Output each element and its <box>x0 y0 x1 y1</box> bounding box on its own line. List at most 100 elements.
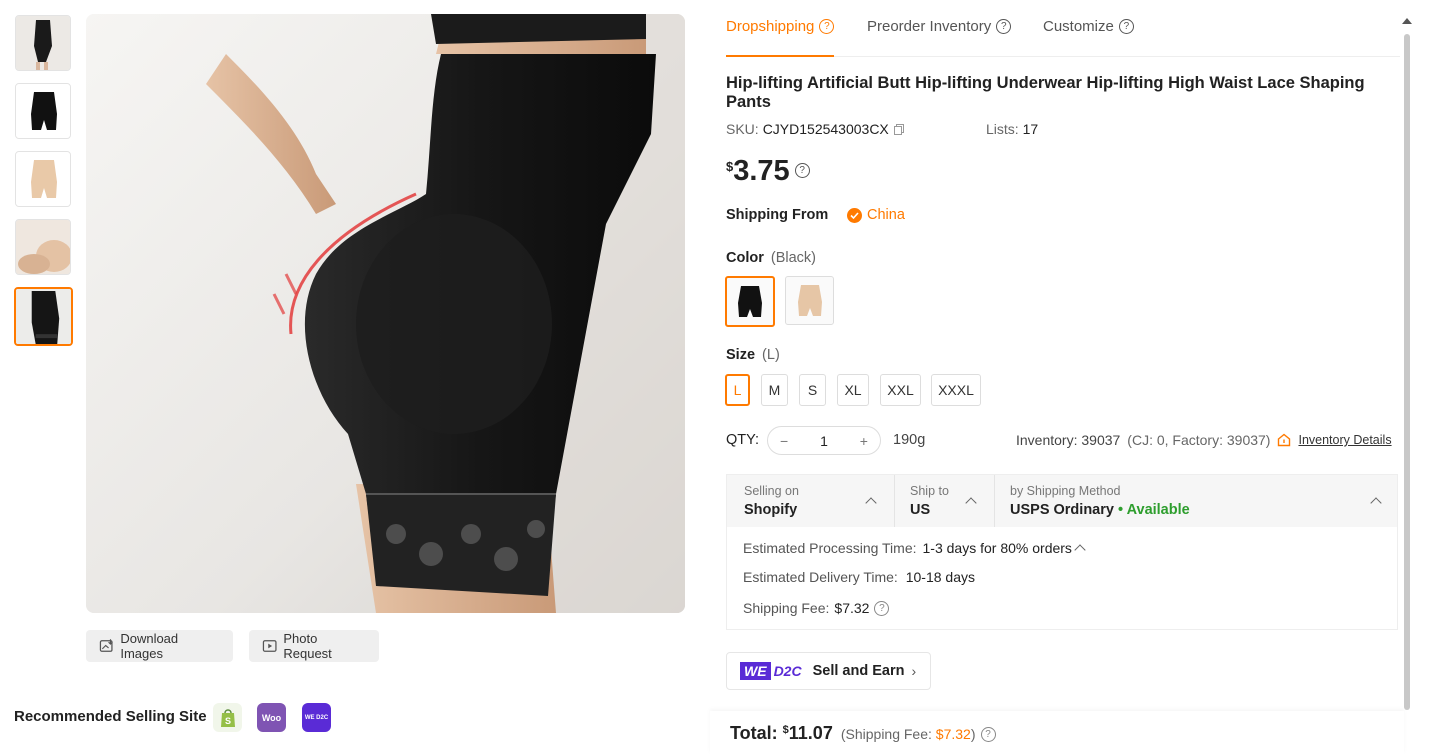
download-images-label: Download Images <box>120 631 179 661</box>
scroll-up-arrow[interactable] <box>1402 18 1412 24</box>
delivery-time-value: 10-18 days <box>905 569 975 585</box>
woocommerce-icon[interactable]: Woo <box>257 703 286 732</box>
shipping-from-option[interactable]: China <box>847 207 905 223</box>
svg-text:S: S <box>224 716 230 726</box>
photo-request-button[interactable]: Photo Request <box>249 630 379 662</box>
chevron-right-icon: › <box>911 663 917 679</box>
wed2c-icon[interactable]: WE D2C <box>302 703 331 732</box>
delivery-time-row: Estimated Delivery Time: 10-18 days <box>743 569 975 585</box>
help-icon[interactable]: ? <box>996 19 1012 34</box>
black-shapewear-thumb <box>738 285 762 317</box>
inventory-details-link[interactable]: Inventory Details <box>1298 433 1391 447</box>
size-option-m[interactable]: M <box>761 374 788 406</box>
thumbnail-4[interactable] <box>15 219 71 275</box>
product-thumb-image <box>16 16 70 70</box>
price: $ 3.75 ? <box>726 155 810 187</box>
tab-dropshipping-label: Dropshipping <box>726 18 815 35</box>
quantity-stepper[interactable]: − 1 + <box>767 426 881 455</box>
thumbnail-3[interactable] <box>15 151 71 207</box>
sku-label: SKU: <box>726 121 759 137</box>
color-selected: (Black) <box>770 250 817 266</box>
photo-request-icon <box>262 640 277 652</box>
thumbnail-2[interactable] <box>15 83 71 139</box>
availability-status: • Available <box>1118 502 1190 518</box>
checked-circle-icon <box>847 207 862 223</box>
size-label: Size <box>726 347 756 363</box>
main-product-image <box>86 14 685 613</box>
recommended-selling-site-title: Recommended Selling Site <box>14 708 207 725</box>
tab-preorder-inventory[interactable]: Preorder Inventory ? <box>867 18 1012 35</box>
shopify-icon[interactable]: S <box>213 703 242 732</box>
lists-label: Lists: <box>986 121 1019 137</box>
thumbnail-1[interactable] <box>15 15 71 71</box>
scrollbar-thumb[interactable] <box>1404 34 1410 710</box>
tab-dropshipping[interactable]: Dropshipping ? <box>726 18 835 35</box>
total-amount: 11.07 <box>788 723 833 743</box>
qty-label: QTY: <box>726 432 760 448</box>
warehouse-icon <box>1278 433 1291 447</box>
size-option-xl[interactable]: XL <box>837 374 869 406</box>
nude-shapewear-thumb <box>797 284 822 316</box>
photo-request-label: Photo Request <box>283 631 332 661</box>
qty-decrease-button[interactable]: − <box>780 433 788 449</box>
ship-to-value: US <box>910 502 931 518</box>
help-icon[interactable]: ? <box>874 600 890 616</box>
help-icon[interactable]: ? <box>1118 19 1134 34</box>
tab-preorder-label: Preorder Inventory <box>867 18 992 35</box>
shipping-fee-label: Shipping Fee: <box>743 600 830 616</box>
chevron-up-icon[interactable] <box>1074 544 1086 556</box>
total-fee-value: $7.32 <box>935 726 971 742</box>
selling-on-label: Selling on <box>744 484 799 498</box>
inventory-breakdown: (CJ: 0, Factory: 39037) <box>1127 432 1271 448</box>
product-thumb-image <box>16 152 70 206</box>
wed2c-logo: WE D2C <box>740 662 802 680</box>
size-selected: (L) <box>762 347 780 363</box>
price-help-icon[interactable]: ? <box>794 163 810 178</box>
inventory-info: Inventory: 39037 (CJ: 0, Factory: 39037)… <box>1016 432 1392 448</box>
shipping-fee-value: $7.32 <box>834 600 870 616</box>
thumbnail-5[interactable] <box>14 287 73 346</box>
download-images-button[interactable]: Download Images <box>86 630 233 662</box>
shipping-from-value: China <box>867 207 905 223</box>
size-option-s[interactable]: S <box>799 374 826 406</box>
qty-increase-button[interactable]: + <box>860 433 868 449</box>
total-fee-prefix: (Shipping Fee: <box>840 726 936 742</box>
processing-time-label: Estimated Processing Time: <box>743 540 917 556</box>
size-option-xxxl[interactable]: XXXL <box>931 374 981 406</box>
copy-icon[interactable] <box>893 123 905 135</box>
shipping-divider-2 <box>994 475 995 527</box>
price-value: 3.75 <box>733 155 790 187</box>
product-thumb-image <box>16 84 70 138</box>
shipping-divider-1 <box>894 475 895 527</box>
tab-customize[interactable]: Customize ? <box>1043 18 1134 35</box>
total-row: Total: $ 11.07 (Shipping Fee: $7.32 ) ? <box>730 723 996 744</box>
sell-and-earn-label: Sell and Earn <box>812 663 905 679</box>
product-weight: 190g <box>893 432 926 448</box>
shipping-method-value: USPS Ordinary <box>1010 502 1114 518</box>
qty-value[interactable]: 1 <box>820 433 828 449</box>
sell-and-earn-button[interactable]: WE D2C Sell and Earn › <box>726 652 931 690</box>
sku-row: SKU: CJYD152543003CX <box>726 121 905 137</box>
help-icon[interactable]: ? <box>980 727 996 742</box>
tab-customize-label: Customize <box>1043 18 1114 35</box>
woocommerce-logo-text: Woo <box>261 712 282 723</box>
price-currency: $ <box>726 159 734 174</box>
size-option-xxl[interactable]: XXL <box>880 374 921 406</box>
total-label: Total: <box>730 723 778 743</box>
shipping-from-label: Shipping From <box>726 207 829 223</box>
ship-to-label: Ship to <box>910 484 949 498</box>
lists-row: Lists: 17 <box>986 121 1038 137</box>
color-swatch-nude[interactable] <box>785 276 834 325</box>
color-row: Color (Black) <box>726 250 816 266</box>
processing-time-row: Estimated Processing Time: 1-3 days for … <box>743 540 1086 556</box>
color-swatch-black[interactable] <box>725 276 775 327</box>
shipping-panel-header <box>727 475 1397 527</box>
help-icon[interactable]: ? <box>819 19 835 34</box>
product-title: Hip-lifting Artificial Butt Hip-lifting … <box>726 74 1365 111</box>
shopify-bag-icon: S <box>220 708 235 727</box>
wed2c-logo-we: WE <box>740 662 771 680</box>
processing-time-value: 1-3 days for 80% orders <box>922 540 1072 556</box>
sku-value: CJYD152543003CX <box>762 121 889 137</box>
download-image-icon <box>99 639 113 652</box>
size-option-l[interactable]: L <box>725 374 750 406</box>
